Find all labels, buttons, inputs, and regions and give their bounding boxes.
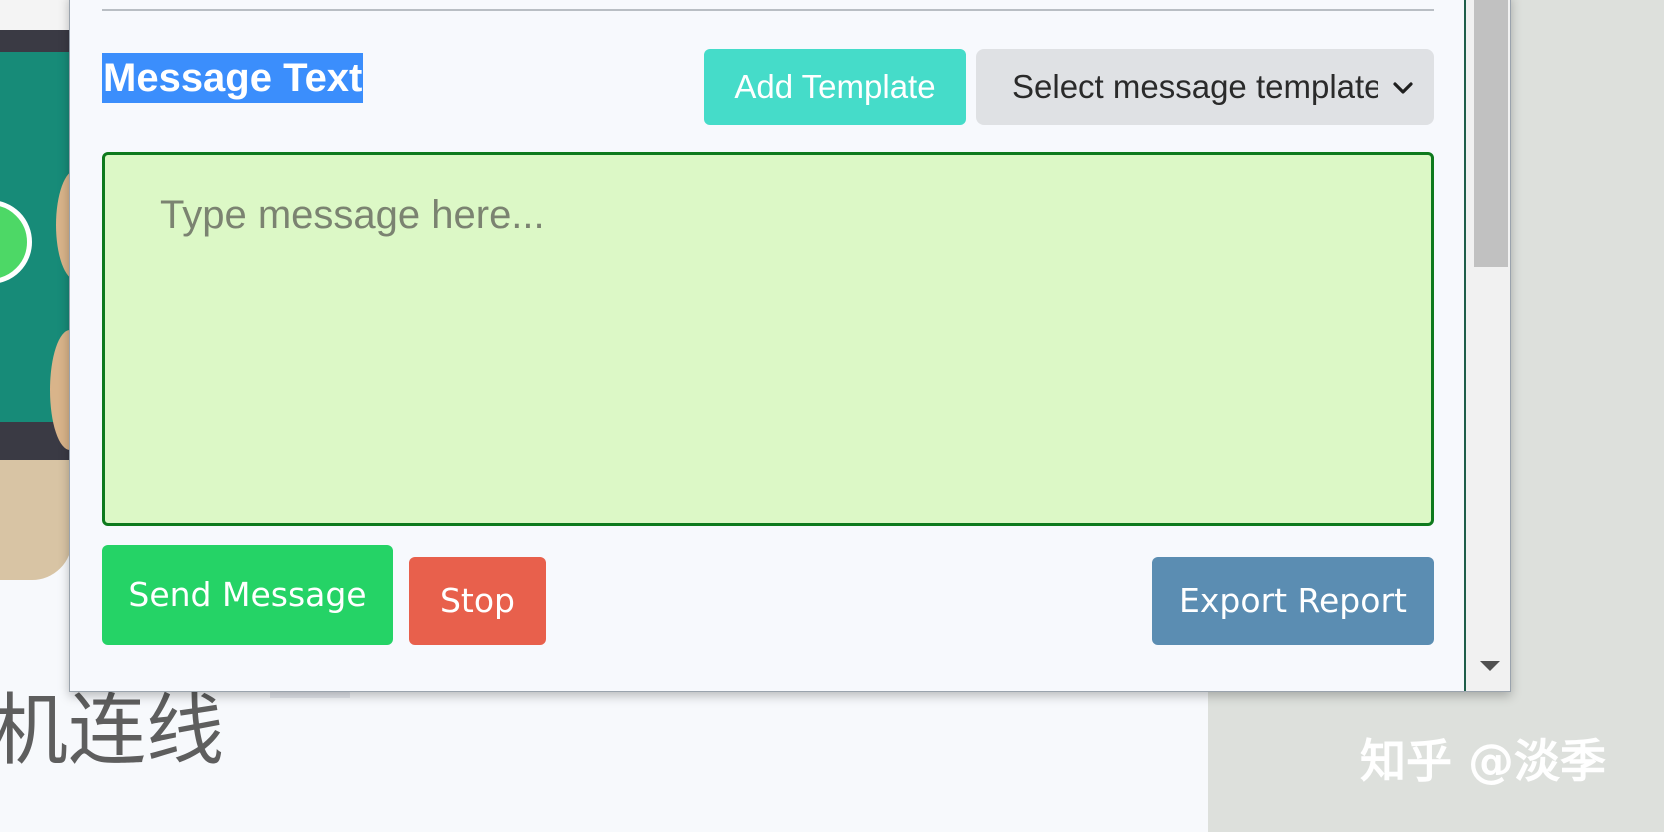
template-select-value: Select message template [1012,68,1378,105]
add-template-button[interactable]: Add Template [704,49,966,125]
export-report-button[interactable]: Export Report [1152,557,1434,645]
background-heading: 机连线 [0,686,225,776]
message-textarea[interactable]: Type message here... [102,152,1434,526]
stop-button[interactable]: Stop [409,557,546,645]
template-select[interactable]: Select message template [976,49,1434,125]
background-hero-image [0,30,96,460]
message-panel: Message Text Add Template Select message… [69,0,1511,692]
scrollbar-thumb[interactable] [1474,0,1508,267]
scrollbar[interactable] [1466,0,1510,691]
message-text-label: Message Text [102,53,364,103]
background-top-strip [0,0,72,30]
divider [102,9,1434,11]
watermark: 知乎 @淡季 [1360,734,1607,788]
message-placeholder: Type message here... [160,193,545,237]
scroll-down-arrow-icon[interactable] [1480,661,1500,671]
send-message-button[interactable]: Send Message [102,545,393,645]
hero-illustration-bottom [0,460,72,580]
chevron-down-icon [1393,82,1413,94]
